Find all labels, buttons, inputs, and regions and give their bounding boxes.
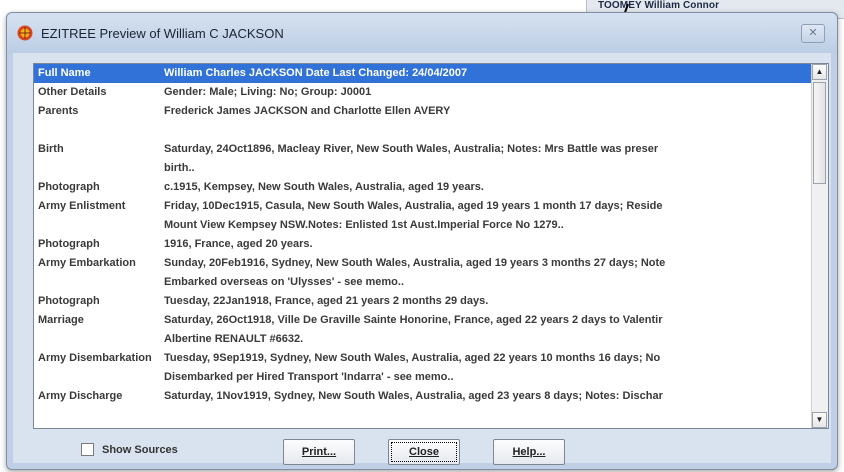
detail-row[interactable]: Army Discharge Saturday, 1Nov1919, Sydney…: [34, 387, 812, 406]
chevron-down-icon: ▼: [815, 415, 824, 424]
detail-value: Embarked overseas on 'Ulysses' - see mem…: [164, 276, 405, 288]
detail-value: Tuesday, 9Sep1919, Sydney, New South Wal…: [164, 352, 661, 364]
detail-label: Army Disembarkation: [38, 352, 152, 364]
details-rows: Full Name William Charles JACKSON Date La…: [34, 64, 812, 428]
detail-label: Parents: [38, 105, 79, 117]
scroll-thumb[interactable]: [813, 82, 826, 184]
dialog-client-area: Full Name William Charles JACKSON Date La…: [13, 53, 831, 465]
detail-row[interactable]: Other Details Gender: Male; Living: No; G…: [34, 83, 812, 102]
ezitree-app-icon: [17, 25, 33, 41]
preview-dialog: EZITREE Preview of William C JACKSON ✕ F…: [6, 12, 838, 470]
scroll-up-button[interactable]: ▲: [812, 64, 827, 80]
detail-value: Mount View Kempsey NSW.Notes: Enlisted 1…: [164, 219, 564, 231]
show-sources-checkbox[interactable]: Show Sources: [81, 443, 178, 456]
detail-value: Tuesday, 22Jan1918, France, aged 21 year…: [164, 295, 489, 307]
detail-value: Frederick James JACKSON and Charlotte El…: [164, 105, 451, 117]
detail-label: Full Name: [38, 67, 91, 79]
detail-value: Saturday, 26Oct1918, Ville De Graville S…: [164, 314, 663, 326]
detail-label: Marriage: [38, 314, 84, 326]
window-title: EZITREE Preview of William C JACKSON: [41, 26, 284, 41]
detail-row[interactable]: birth..: [34, 159, 812, 178]
detail-row[interactable]: Mount View Kempsey NSW.Notes: Enlisted 1…: [34, 216, 812, 235]
detail-label: Army Embarkation: [38, 257, 136, 269]
detail-value: Saturday, 1Nov1919, Sydney, New South Wa…: [164, 390, 663, 402]
detail-row[interactable]: Photograph c.1915, Kempsey, New South Wal…: [34, 178, 812, 197]
detail-row[interactable]: Full Name William Charles JACKSON Date La…: [34, 64, 812, 83]
detail-value: c.1915, Kempsey, New South Wales, Austra…: [164, 181, 484, 193]
details-listbox[interactable]: Full Name William Charles JACKSON Date La…: [33, 63, 829, 429]
detail-row[interactable]: Marriage Saturday, 26Oct1918, Ville De Gr…: [34, 311, 812, 330]
detail-row[interactable]: [34, 121, 812, 140]
close-button-label: Close: [409, 446, 439, 458]
close-icon: ✕: [808, 27, 818, 39]
detail-label: Photograph: [38, 238, 100, 250]
detail-label: Photograph: [38, 295, 100, 307]
detail-label: Army Enlistment: [38, 200, 126, 212]
chevron-up-icon: ▲: [815, 67, 824, 76]
scroll-down-button[interactable]: ▼: [812, 412, 827, 428]
detail-value: Gender: Male; Living: No; Group: J0001: [164, 86, 372, 98]
detail-row[interactable]: Disembarked per Hired Transport 'Indarra…: [34, 368, 812, 387]
detail-row[interactable]: Army Embarkation Sunday, 20Feb1916, Sydne…: [34, 254, 812, 273]
print-button[interactable]: Print...: [283, 439, 355, 465]
detail-value: Saturday, 24Oct1896, Macleay River, New …: [164, 143, 659, 155]
show-sources-label: Show Sources: [102, 443, 178, 456]
close-window-button[interactable]: ✕: [801, 24, 825, 43]
detail-label: Birth: [38, 143, 64, 155]
dialog-footer: Show Sources Print... Close Help...: [13, 439, 831, 467]
detail-value: birth..: [164, 162, 195, 174]
detail-row[interactable]: Albertine RENAULT #6632.: [34, 330, 812, 349]
help-button-label: Help...: [512, 446, 546, 458]
detail-row[interactable]: Parents Frederick James JACKSON and Charl…: [34, 102, 812, 121]
detail-value: Sunday, 20Feb1916, Sydney, New South Wal…: [164, 257, 666, 269]
print-button-label: Print...: [301, 446, 337, 458]
detail-label: Photograph: [38, 181, 100, 193]
help-button[interactable]: Help...: [493, 439, 565, 465]
title-bar[interactable]: EZITREE Preview of William C JACKSON ✕: [7, 13, 837, 53]
detail-label: [34, 121, 160, 140]
detail-row[interactable]: Photograph Tuesday, 22Jan1918, France, ag…: [34, 292, 812, 311]
detail-value: 1916, France, aged 20 years.: [164, 238, 313, 250]
detail-row[interactable]: Embarked overseas on 'Ulysses' - see mem…: [34, 273, 812, 292]
detail-value: Disembarked per Hired Transport 'Indarra…: [164, 371, 454, 383]
detail-label: Army Discharge: [38, 390, 123, 402]
checkbox-box[interactable]: [81, 443, 94, 456]
detail-row[interactable]: Birth Saturday, 24Oct1896, Macleay River,…: [34, 140, 812, 159]
detail-row[interactable]: Army Disembarkation Tuesday, 9Sep1919, Sy…: [34, 349, 812, 368]
detail-row[interactable]: Army Enlistment Friday, 10Dec1915, Casula…: [34, 197, 812, 216]
vertical-scrollbar[interactable]: ▲ ▼: [811, 64, 828, 428]
close-button[interactable]: Close: [388, 439, 460, 465]
detail-row[interactable]: Photograph 1916, France, aged 20 years.: [34, 235, 812, 254]
detail-value: Friday, 10Dec1915, Casula, New South Wal…: [164, 200, 663, 212]
detail-value: Albertine RENAULT #6632.: [164, 333, 304, 345]
detail-label: Other Details: [38, 86, 107, 98]
detail-value: William Charles JACKSON Date Last Change…: [164, 67, 468, 79]
detail-value: [160, 121, 812, 140]
